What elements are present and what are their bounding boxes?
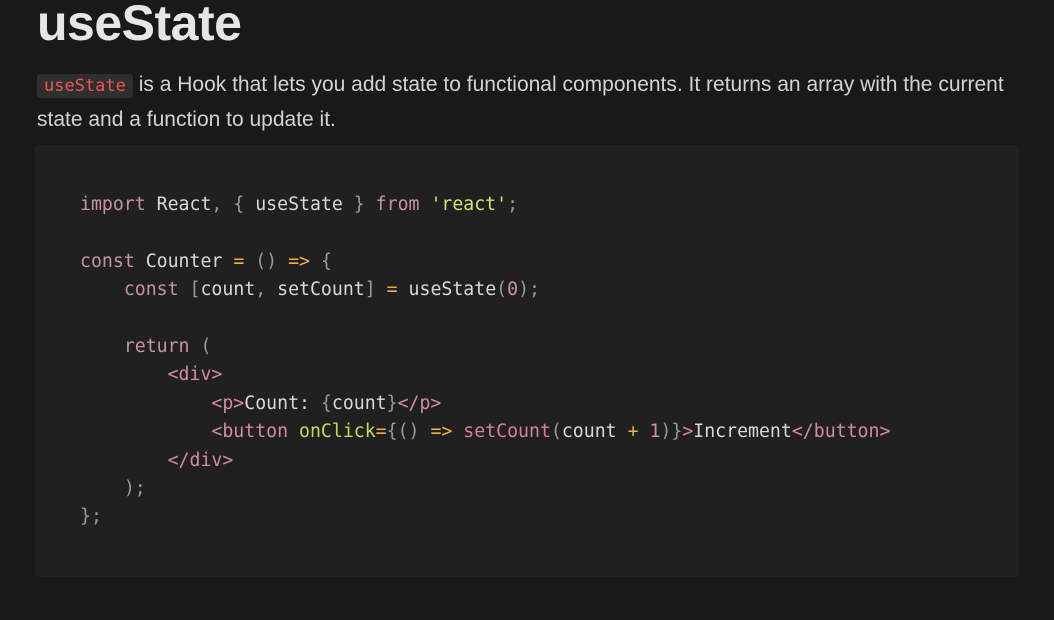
code-line: }; [80, 506, 102, 528]
code-line: <div> [167, 364, 223, 386]
code-line: const Counter = () => { [80, 250, 332, 272]
inline-code-usestate: useState [37, 74, 133, 98]
page: useState useState is a Hook that lets yo… [0, 0, 1054, 620]
description-paragraph: useState is a Hook that lets you add sta… [37, 68, 1027, 137]
page-title: useState [37, 0, 242, 51]
code-line: const [count, setCount] = useState(0); [123, 279, 540, 301]
code-line: <p>Count: {count}</p> [211, 392, 442, 414]
code-line: </div> [167, 449, 234, 471]
code-block[interactable]: import React, { useState } from 'react';… [35, 145, 1019, 577]
code-content: import React, { useState } from 'react';… [80, 191, 890, 532]
description-text: is a Hook that lets you add state to fun… [37, 73, 1004, 131]
code-line: ); [123, 478, 146, 500]
code-line: return ( [123, 336, 212, 358]
code-line: import React, { useState } from 'react'; [80, 194, 519, 215]
code-line: <button onClick={() => setCount(count + … [211, 421, 891, 443]
